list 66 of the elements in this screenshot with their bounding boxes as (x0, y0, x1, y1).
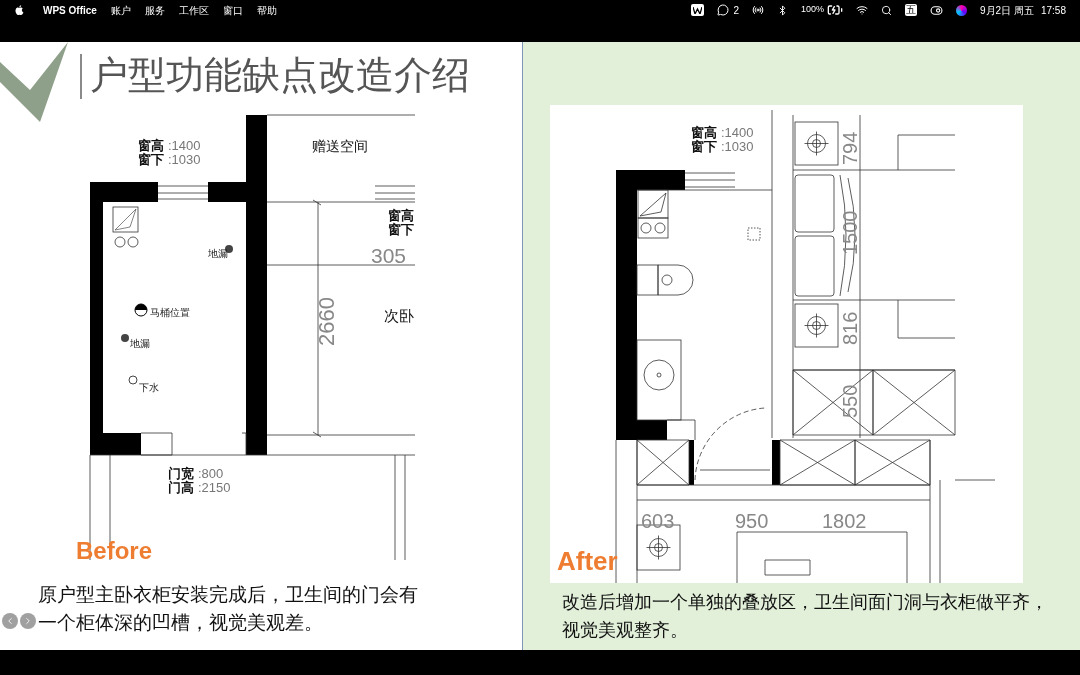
control-center-icon[interactable] (930, 3, 944, 17)
menu-item[interactable]: 帮助 (256, 2, 277, 18)
broadcast-icon[interactable] (752, 4, 765, 16)
partial-label: 窗下 (388, 222, 414, 237)
room-label: 赠送空间 (312, 138, 368, 154)
dimension-label: 816 (839, 311, 861, 345)
next-slide-button[interactable] (20, 613, 36, 629)
dimension-label: 1500 (839, 210, 861, 255)
floor-drain-icon (747, 227, 761, 241)
note-value: :1030 (721, 139, 754, 154)
assistant-orb-icon[interactable] (956, 4, 968, 16)
fixture-label: 地漏 (130, 338, 150, 349)
dimension-label: 1802 (822, 510, 867, 532)
after-caption: 改造后增加一个单独的叠放区，卫生间面门洞与衣柜做平齐，视觉美观整齐。 (562, 590, 1049, 642)
cabinet-symbol (636, 439, 690, 486)
before-label: Before (76, 537, 153, 560)
drain-circle-icon (128, 375, 138, 385)
menu-item[interactable]: 窗口 (222, 2, 243, 18)
note-value: :1030 (168, 152, 201, 167)
fixture-label: 马桶位置 (150, 307, 190, 318)
chevron-left-icon (5, 616, 15, 626)
note-label: 窗高 (138, 138, 164, 153)
toilet-drawing (636, 264, 694, 296)
wps-status-icon[interactable] (691, 4, 705, 16)
burner-symbol (794, 303, 839, 348)
partial-label: 窗高 (388, 208, 414, 223)
search-icon[interactable] (881, 4, 893, 16)
dimension-label: 950 (735, 510, 769, 532)
menu-item[interactable]: 工作区 (178, 2, 209, 18)
note-label: 门高 (168, 480, 194, 495)
fixture-label: 下水 (139, 382, 159, 393)
dimension-label: 550 (839, 384, 861, 418)
previous-slide-button[interactable] (2, 613, 18, 629)
shower-drawing (637, 189, 669, 239)
note-value: :1400 (168, 138, 201, 153)
note-label: 窗高 (691, 125, 717, 140)
battery-icon[interactable] (827, 2, 844, 18)
battery-percent: 100% (801, 3, 825, 17)
dimension-label: 794 (839, 131, 861, 165)
menu-bar-date[interactable]: 9月2日 周五 (980, 2, 1034, 18)
wifi-icon[interactable] (856, 4, 869, 16)
note-value: :2150 (198, 480, 231, 495)
note-label: 窗下 (138, 152, 164, 167)
after-label: After (557, 546, 618, 576)
chat-count: 2 (733, 3, 740, 18)
toilet-position-icon (134, 303, 148, 317)
menu-item[interactable]: 账户 (110, 2, 131, 18)
menu-bar-time[interactable]: 17:58 (1040, 2, 1066, 18)
dimension-label: 2660 (314, 297, 339, 346)
chat-icon[interactable] (717, 4, 730, 16)
note-value: :1400 (721, 125, 754, 140)
fixture-label: 地漏 (208, 248, 228, 259)
chevron-right-icon (23, 616, 33, 626)
room-label: 次卧 (384, 307, 414, 324)
before-caption: 原户型主卧衣柜安装完成后，卫生间的门会有一个柜体深的凹槽，视觉美观差。 (38, 582, 419, 635)
dimension-label: 305 (371, 244, 407, 267)
drain-dot-icon (121, 334, 129, 342)
note-label: 门宽 (168, 466, 194, 481)
menu-item[interactable]: 服务 (144, 2, 165, 18)
app-name[interactable]: WPS Office (43, 2, 97, 18)
note-value: :800 (198, 466, 224, 481)
slide-title: 户型功能缺点改造介绍 (90, 51, 470, 99)
note-label: 窗下 (691, 139, 717, 154)
input-method-icon[interactable]: 五 (905, 4, 918, 16)
burner-symbol (794, 121, 839, 166)
apple-logo-icon[interactable] (14, 4, 25, 16)
